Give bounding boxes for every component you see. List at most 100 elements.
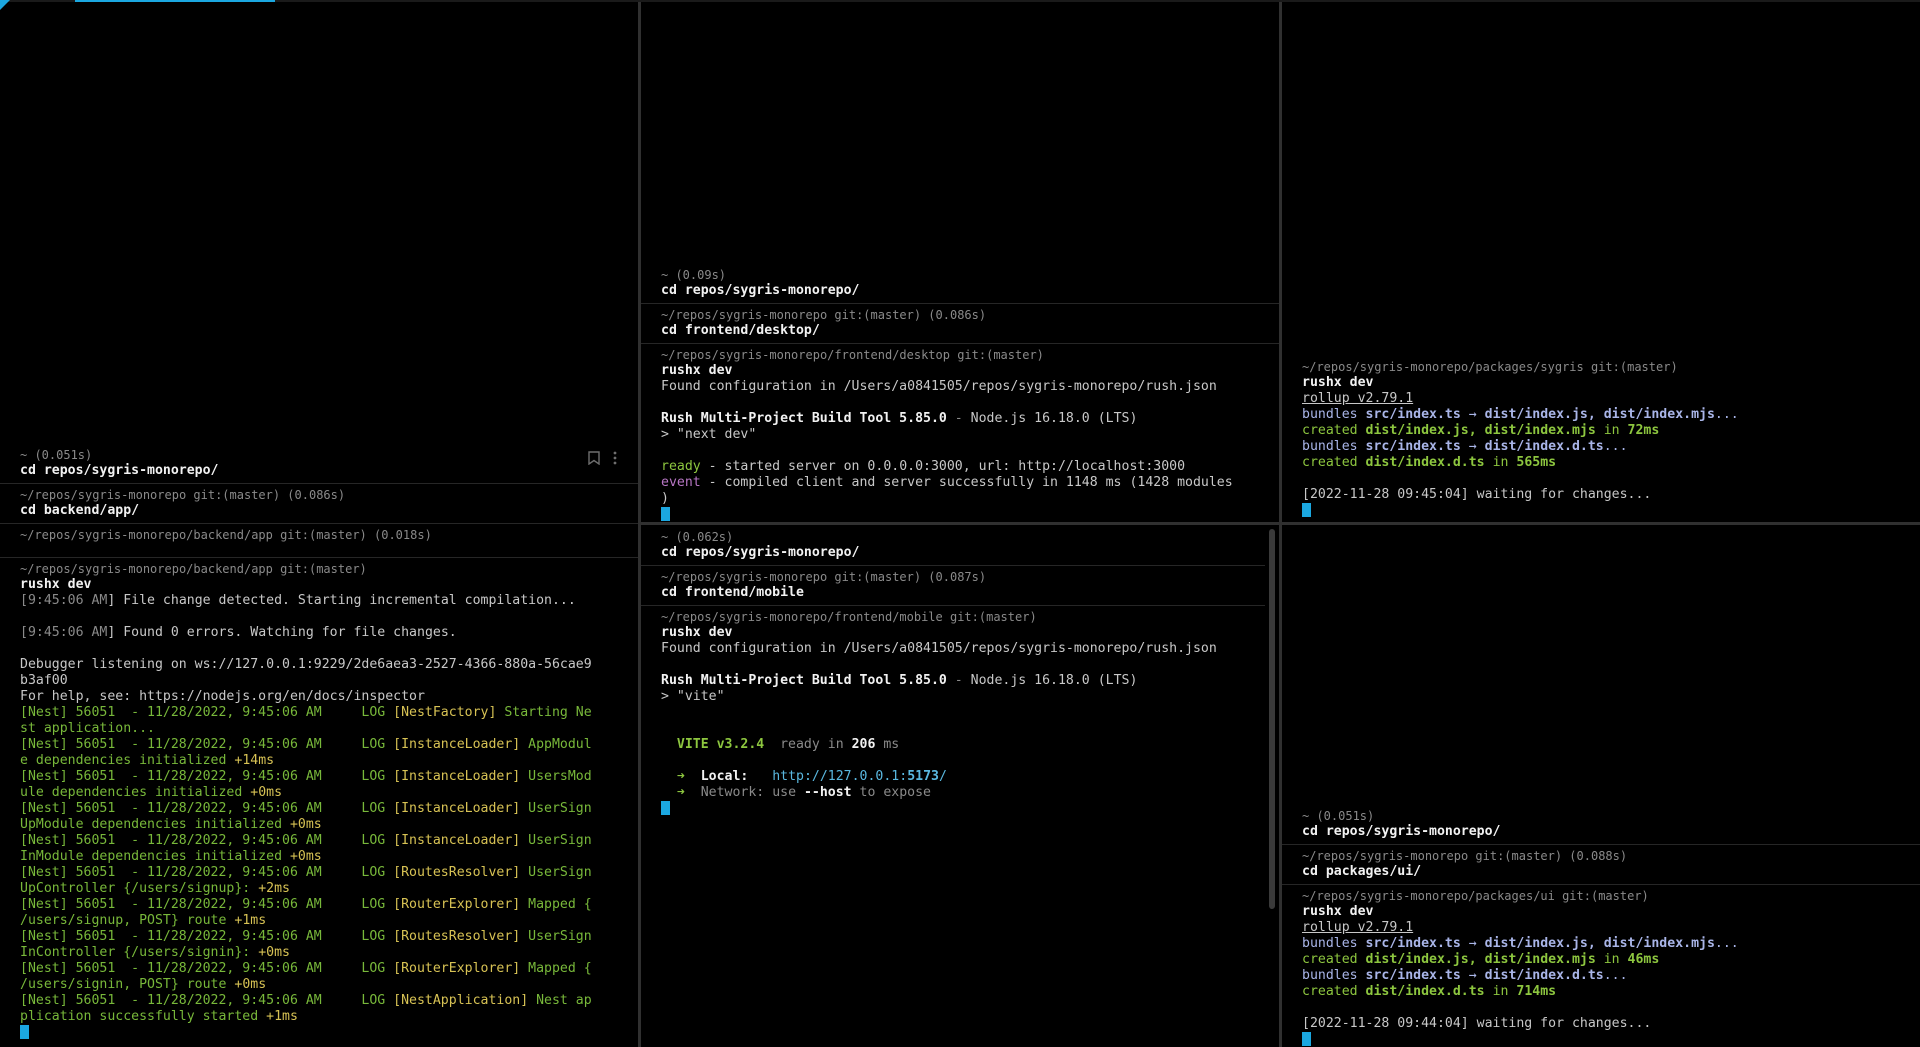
command-block-active[interactable]: ~/repos/sygris-monorepo/frontend/mobile …: [641, 605, 1265, 821]
nest-log-entry: [Nest] 56051 - 11/28/2022, 9:45:06 AM LO…: [20, 801, 638, 833]
block-prompt: ~/repos/sygris-monorepo/frontend/desktop…: [661, 348, 1044, 362]
block-prompt: ~/repos/sygris-monorepo/backend/app git:…: [20, 562, 367, 576]
nest-message: Starting Ne: [504, 705, 592, 720]
rush-title: Rush Multi-Project Build Tool 5.85.0: [661, 411, 947, 426]
nest-message-wrap: e dependencies initialized: [20, 753, 235, 768]
local-url[interactable]: http://127.0.0.1:5173/: [772, 769, 947, 784]
block-prompt: ~/repos/sygris-monorepo/packages/sygris …: [1302, 360, 1678, 374]
block-prompt: ~/repos/sygris-monorepo/frontend/mobile …: [661, 610, 1037, 624]
terminal-cursor: [1302, 503, 1311, 517]
nest-head: [Nest] 56051 - 11/28/2022, 9:45:06 AM: [20, 929, 362, 944]
command-block[interactable]: ~/repos/sygris-monorepo/backend/app git:…: [0, 523, 638, 557]
terminal-pane-frontend-mobile[interactable]: ~ (0.062s) cd repos/sygris-monorepo/ ~/r…: [641, 525, 1279, 1047]
block-prompt: ~/repos/sygris-monorepo git:(master) (0.…: [1302, 849, 1628, 863]
block-command: cd repos/sygris-monorepo/: [1302, 824, 1501, 839]
event-label: event: [661, 475, 701, 490]
arrow-icon: ➜: [676, 785, 685, 800]
command-block[interactable]: ~/repos/sygris-monorepo git:(master) (0.…: [1282, 844, 1920, 884]
script-line: > "next dev": [661, 427, 757, 442]
nest-log: [Nest] 56051 - 11/28/2022, 9:45:06 AM LO…: [20, 705, 638, 1025]
block-command: rushx dev: [661, 363, 733, 378]
terminal-pane-backend[interactable]: ~ (0.051s) cd repos/sygris-monorepo/ ~/r…: [0, 2, 638, 1047]
nest-context: [NestApplication]: [385, 993, 537, 1008]
nest-message-wrap: InController {/users/signin}:: [20, 945, 259, 960]
command-block-active[interactable]: ~/repos/sygris-monorepo/packages/ui git:…: [1282, 884, 1920, 1047]
nest-message-wrap: st application...: [20, 721, 155, 736]
nest-message: Mapped {: [528, 961, 592, 976]
bookmark-icon[interactable]: [588, 451, 600, 470]
block-command: rushx dev: [1302, 375, 1374, 390]
nest-head: [Nest] 56051 - 11/28/2022, 9:45:06 AM: [20, 833, 362, 848]
nest-level: LOG: [361, 929, 386, 944]
command-block[interactable]: ~/repos/sygris-monorepo git:(master) (0.…: [641, 303, 1279, 343]
nest-timing: +14ms: [234, 753, 275, 768]
debugger-line-wrap: b3af00: [20, 673, 68, 688]
command-block-active[interactable]: ~/repos/sygris-monorepo/packages/sygris …: [1282, 356, 1920, 522]
nest-log-entry: [Nest] 56051 - 11/28/2022, 9:45:06 AM LO…: [20, 737, 638, 769]
nest-level: LOG: [361, 737, 386, 752]
command-block[interactable]: ~ (0.051s) cd repos/sygris-monorepo/: [1282, 805, 1920, 844]
block-command: rushx dev: [20, 577, 92, 592]
nest-timing: +0ms: [289, 849, 322, 864]
block-prompt: ~/repos/sygris-monorepo/backend/app git:…: [20, 528, 432, 542]
nest-message: UserSign: [528, 833, 592, 848]
nest-level: LOG: [361, 769, 386, 784]
nest-context: [InstanceLoader]: [385, 801, 529, 816]
nest-message-wrap: UpController {/users/signup}:: [20, 881, 259, 896]
block-command: rushx dev: [1302, 904, 1374, 919]
nest-level: LOG: [361, 961, 386, 976]
nest-head: [Nest] 56051 - 11/28/2022, 9:45:06 AM: [20, 737, 362, 752]
more-vertical-icon[interactable]: [612, 451, 618, 470]
nest-level: LOG: [361, 897, 386, 912]
nest-message: Mapped {: [528, 897, 592, 912]
rollup-version: rollup v2.79.1: [1302, 391, 1414, 406]
nest-log-entry: [Nest] 56051 - 11/28/2022, 9:45:06 AM LO…: [20, 929, 638, 961]
command-block[interactable]: ~ (0.062s) cd repos/sygris-monorepo/: [641, 526, 1265, 565]
block-command: cd packages/ui/: [1302, 864, 1422, 879]
block-output: Found configuration in /Users/a0841505/r…: [661, 641, 1265, 817]
nest-log-entry: [Nest] 56051 - 11/28/2022, 9:45:06 AM LO…: [20, 769, 638, 801]
terminal-pane-frontend-desktop[interactable]: ~ (0.09s) cd repos/sygris-monorepo/ ~/re…: [641, 2, 1279, 522]
command-block-active[interactable]: ~/repos/sygris-monorepo/backend/app git:…: [0, 557, 638, 1045]
debugger-line: Debugger listening on ws://127.0.0.1:922…: [20, 657, 592, 672]
log-text: ] Found 0 errors. Watching for file chan…: [107, 625, 457, 640]
nest-head: [Nest] 56051 - 11/28/2022, 9:45:06 AM: [20, 961, 362, 976]
command-block[interactable]: ~/repos/sygris-monorepo git:(master) (0.…: [641, 565, 1265, 605]
block-command: cd repos/sygris-monorepo/: [661, 545, 860, 560]
log-text: ] File change detected. Starting increme…: [107, 593, 576, 608]
block-prompt: ~/repos/sygris-monorepo git:(master) (0.…: [661, 570, 987, 584]
terminal-pane-packages-sygris[interactable]: ~/repos/sygris-monorepo/packages/sygris …: [1282, 2, 1920, 522]
pane-scrollbar[interactable]: [1269, 529, 1275, 909]
block-output: rollup v2.79.1 bundles src/index.ts → di…: [1302, 920, 1920, 1047]
block-prompt: ~ (0.051s): [20, 448, 93, 462]
command-block[interactable]: ~ (0.051s) cd repos/sygris-monorepo/: [0, 444, 638, 483]
log-time: 9:45:06 AM: [27, 625, 108, 640]
nest-message: Nest ap: [536, 993, 592, 1008]
nest-context: [InstanceLoader]: [385, 769, 529, 784]
nest-level: LOG: [361, 705, 386, 720]
block-output: Found configuration in /Users/a0841505/r…: [661, 379, 1279, 522]
terminal-cursor: [661, 801, 670, 815]
nest-message-wrap: /users/signup, POST} route: [20, 913, 235, 928]
nest-message: AppModul: [528, 737, 592, 752]
command-block-active[interactable]: ~/repos/sygris-monorepo/frontend/desktop…: [641, 343, 1279, 522]
nest-context: [RoutesResolver]: [385, 865, 529, 880]
nest-log-entry: [Nest] 56051 - 11/28/2022, 9:45:06 AM LO…: [20, 705, 638, 737]
vite-version: VITE v3.2.4: [676, 737, 765, 752]
nest-log-entry: [Nest] 56051 - 11/28/2022, 9:45:06 AM LO…: [20, 865, 638, 897]
terminal-pane-packages-ui[interactable]: ~ (0.051s) cd repos/sygris-monorepo/ ~/r…: [1282, 525, 1920, 1047]
nest-message: UserSign: [528, 929, 592, 944]
nest-log-entry: [Nest] 56051 - 11/28/2022, 9:45:06 AM LO…: [20, 993, 638, 1025]
ready-label: ready: [661, 459, 701, 474]
nest-message: UserSign: [528, 801, 592, 816]
block-command: cd frontend/mobile: [661, 585, 804, 600]
nest-level: LOG: [361, 993, 386, 1008]
command-block[interactable]: ~ (0.09s) cd repos/sygris-monorepo/: [641, 264, 1279, 303]
nest-timing: +0ms: [258, 945, 290, 960]
nest-timing: +0ms: [250, 785, 283, 800]
block-prompt: ~/repos/sygris-monorepo/packages/ui git:…: [1302, 889, 1649, 903]
command-block[interactable]: ~/repos/sygris-monorepo git:(master) (0.…: [0, 483, 638, 523]
nest-head: [Nest] 56051 - 11/28/2022, 9:45:06 AM: [20, 897, 362, 912]
nest-head: [Nest] 56051 - 11/28/2022, 9:45:06 AM: [20, 769, 362, 784]
block-prompt: ~/repos/sygris-monorepo git:(master) (0.…: [20, 488, 346, 502]
